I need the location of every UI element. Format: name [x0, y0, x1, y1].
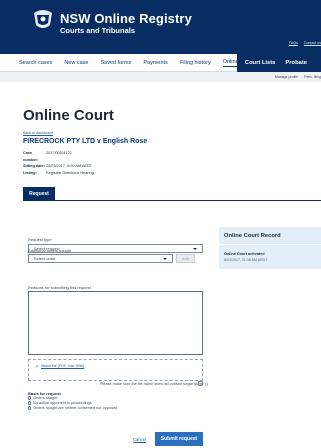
- attach-file-link[interactable]: Attach file (PDF, max 5MB): [35, 364, 84, 368]
- meta-value: 2017/00011122: [46, 151, 72, 155]
- panel-event: Online Court activated: [224, 252, 265, 256]
- manage-profile-link[interactable]: Manage profile: [275, 75, 298, 79]
- request-type-label: Request type: [28, 237, 52, 242]
- reasons-textarea[interactable]: [28, 291, 203, 355]
- online-court-record-panel: Online Court Record Online Court activat…: [219, 227, 321, 269]
- nav-filing-history[interactable]: Filing history: [180, 60, 211, 66]
- additional-orders-value: Select order: [34, 256, 56, 261]
- case-meta: Case number: 2017/00011122 Sitting date:…: [23, 150, 94, 176]
- main-nav: Search cases New case Saved forms Paymen…: [0, 54, 321, 72]
- attach-file-label: Attach file (PDF, max 5MB): [41, 364, 85, 368]
- filename-note: Please make sure the file name does not …: [100, 382, 208, 386]
- panel-divider: [219, 244, 321, 245]
- site-header: NSW Online Registry Courts and Tribunals…: [0, 0, 321, 54]
- brand-title: NSW Online Registry: [60, 11, 192, 26]
- nav-probate[interactable]: Probate: [285, 60, 307, 66]
- meta-row: Case number: 2017/00011122: [23, 150, 94, 163]
- nav-court-lists[interactable]: Court Lists: [245, 60, 276, 66]
- nav-search-cases[interactable]: Search cases: [19, 60, 52, 66]
- sub-bar: Manage profile Fees, filing: [0, 72, 321, 82]
- fees-link[interactable]: Fees, filing: [304, 75, 321, 79]
- panel-title: Online Court Record: [224, 233, 281, 239]
- attach-file-zone[interactable]: Attach file (PDF, max 5MB): [28, 359, 203, 381]
- filename-note-checkbox[interactable]: [198, 381, 203, 386]
- basis-options: Orders sought No active opponent in proc…: [28, 396, 117, 411]
- paperclip-icon: [35, 364, 39, 368]
- cancel-link[interactable]: Cancel: [133, 437, 146, 442]
- nsw-crest-icon: [34, 10, 52, 28]
- page-title: Online Court: [23, 107, 114, 124]
- basis-option[interactable]: Orders sought are neither consented nor …: [28, 406, 117, 411]
- nav-dark-section: Court Lists Probate: [236, 54, 321, 72]
- nav-new-case[interactable]: New case: [64, 60, 88, 66]
- meta-key: Listing:: [23, 170, 37, 175]
- basis-option-label: No active opponent in proceedings: [33, 401, 92, 405]
- back-to-dashboard-link[interactable]: Back to dashboard: [23, 131, 53, 135]
- tab-divider: [23, 200, 321, 201]
- brand-subtitle: Courts and Tribunals: [60, 26, 136, 35]
- meta-key: Case number:: [23, 151, 39, 162]
- utility-links: FAQs Contact us: [289, 41, 321, 45]
- chevron-down-icon: [163, 257, 167, 260]
- meta-row: Listing: Registrar Directions Hearing: [23, 170, 94, 177]
- nav-saved-forms[interactable]: Saved forms: [100, 60, 131, 66]
- add-order-button[interactable]: Add: [176, 254, 195, 263]
- contact-us-link[interactable]: Contact us: [304, 41, 321, 45]
- meta-value: Registrar Directions Hearing: [46, 170, 94, 175]
- radio-icon[interactable]: [28, 401, 32, 405]
- panel-timestamp: 8/03/2017, 11:48 AM AEDT: [224, 258, 268, 262]
- basis-option-label: Orders sought are neither consented nor …: [33, 406, 118, 410]
- additional-orders-label: Additional orders sought: [28, 248, 72, 253]
- radio-icon[interactable]: [28, 406, 32, 410]
- faqs-link[interactable]: FAQs: [289, 41, 298, 45]
- submit-request-button[interactable]: Submit request: [155, 432, 203, 446]
- chevron-down-icon: [193, 247, 197, 250]
- case-name: FIRECROCK PTY LTD v English Rose: [23, 138, 148, 145]
- additional-orders-select[interactable]: Select order: [28, 254, 173, 263]
- nav-payments[interactable]: Payments: [143, 60, 167, 66]
- basis-option-label: Orders sought: [33, 396, 58, 400]
- radio-icon[interactable]: [28, 396, 32, 400]
- tab-request[interactable]: Request: [23, 187, 55, 200]
- reasons-label: Reasons for submitting this request: [28, 285, 91, 290]
